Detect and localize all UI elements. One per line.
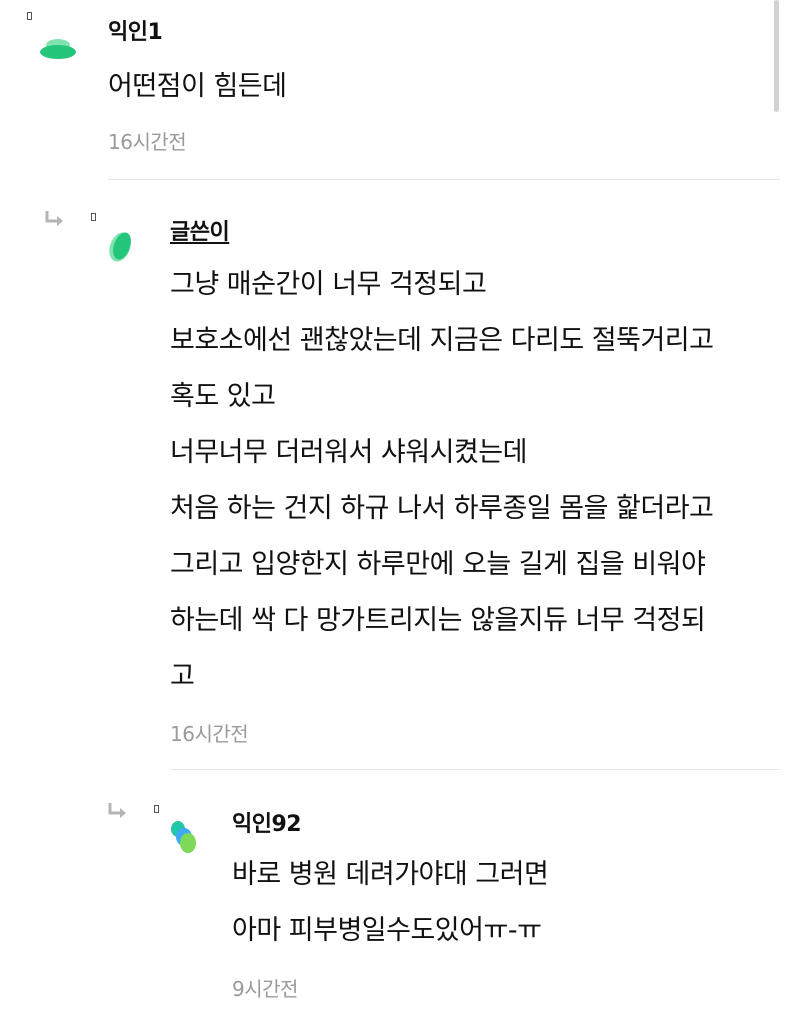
comment-marker-icon <box>27 12 32 20</box>
comment-marker-icon <box>91 213 96 221</box>
comment-marker-icon <box>154 805 159 813</box>
scrollbar[interactable] <box>774 0 779 112</box>
avatar-blob-icon[interactable] <box>38 36 78 62</box>
avatar-blob-icon[interactable] <box>168 818 200 856</box>
comment-text-line: 혹도 있고 <box>170 381 276 412</box>
comment-text-line: 어떤점이 힘든데 <box>108 71 287 102</box>
comment-author[interactable]: 익인1 <box>108 14 163 46</box>
comment-text-line: 너무너무 더러워서 샤워시켰는데 <box>170 437 527 468</box>
comment-text-line: 그냥 매순간이 너무 걱정되고 <box>170 269 487 300</box>
comment-text-line: 고 <box>170 661 195 692</box>
comment-divider <box>108 179 780 180</box>
comment-timestamp: 9시간전 <box>232 977 298 1001</box>
comment-text-line: 하는데 싹 다 망가트리지는 않을지듀 너무 걱정되 <box>170 605 706 636</box>
comment-author[interactable]: 글쓴이 <box>170 214 230 246</box>
comment-timestamp: 16시간전 <box>170 722 249 746</box>
reply-arrow-icon <box>107 802 129 820</box>
comment-text-line: 아마 피부병일수도있어ㅠ-ㅠ <box>232 915 542 946</box>
comment-text-line: 처음 하는 건지 하규 나서 하루종일 몸을 핥더라고 <box>170 493 714 524</box>
comment-text-line: 보호소에선 괜찮았는데 지금은 다리도 절뚝거리고 <box>170 325 714 356</box>
comment-text-line: 바로 병원 데려가야대 그러면 <box>232 859 549 890</box>
avatar-blob-icon[interactable] <box>106 226 136 266</box>
comment-timestamp: 16시간전 <box>108 130 187 154</box>
comment-text-line: 그리고 입양한지 하루만에 오늘 길게 집을 비워야 <box>170 549 706 580</box>
reply-arrow-icon <box>44 210 66 228</box>
comment-author[interactable]: 익인92 <box>232 806 302 838</box>
comment-divider <box>170 769 780 770</box>
